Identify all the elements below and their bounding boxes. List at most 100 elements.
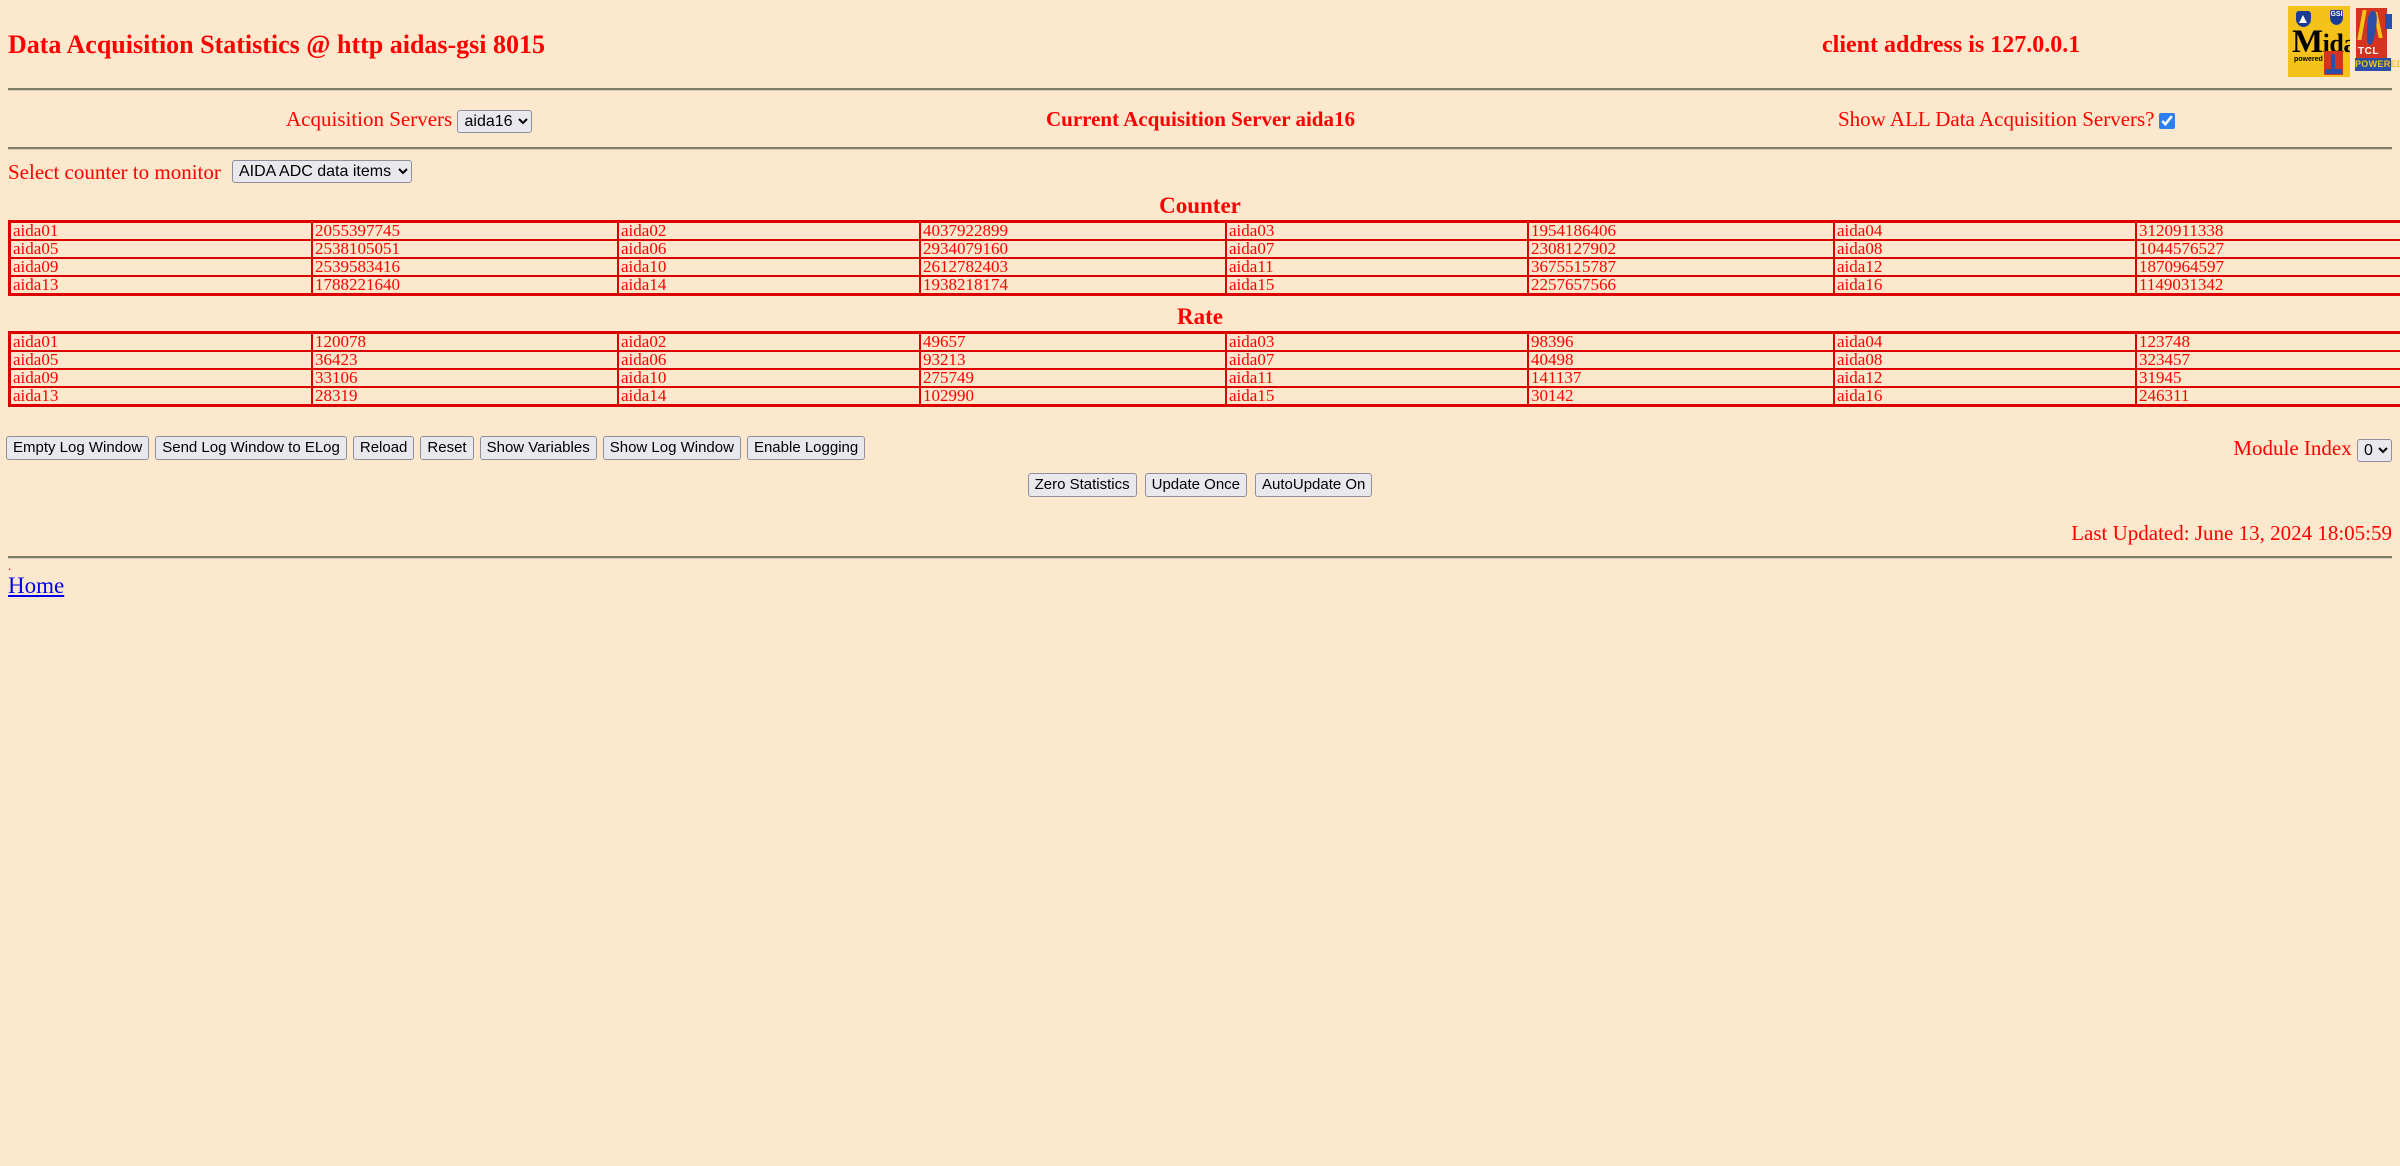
midas-tcl-bar-icon bbox=[2325, 69, 2342, 74]
counter-cell-value: 3120911338 bbox=[2135, 220, 2400, 241]
show-all-servers-label: Show ALL Data Acquisition Servers? bbox=[1838, 107, 2175, 132]
table-row: aida05 2538105051 aida06 2934079160 aida… bbox=[8, 239, 2400, 259]
counter-cell-name: aida05 bbox=[8, 239, 313, 259]
module-index-select[interactable]: 0 bbox=[2357, 438, 2392, 462]
counter-cell-name: aida06 bbox=[617, 239, 921, 259]
rate-cell-value: 323457 bbox=[2135, 350, 2400, 370]
page-title: Data Acquisition Statistics @ http aidas… bbox=[8, 30, 546, 59]
empty-log-window-button[interactable]: Empty Log Window bbox=[6, 436, 150, 460]
acquisition-server-row: Acquisition Servers aida16 Current Acqui… bbox=[0, 91, 2400, 147]
counter-cell-value: 1938218174 bbox=[919, 275, 1227, 296]
counter-cell-name: aida15 bbox=[1225, 275, 1529, 296]
counter-cell-value: 2257657566 bbox=[1527, 275, 1835, 296]
counter-cell-value: 3675515787 bbox=[1527, 257, 1835, 277]
counter-cell-value: 2539583416 bbox=[311, 257, 619, 277]
counter-select-dropdown[interactable]: AIDA ADC data items bbox=[232, 160, 412, 183]
rate-cell-value: 30142 bbox=[1527, 386, 1835, 407]
counter-select-row: Select counter to monitor AIDA ADC data … bbox=[0, 150, 2400, 192]
table-row: aida09 33106 aida10 275749 aida11 141137… bbox=[8, 368, 2400, 388]
action-buttons-row: Zero Statistics Update Once AutoUpdate O… bbox=[0, 473, 2400, 507]
acquisition-servers-text: Acquisition Servers bbox=[286, 107, 453, 131]
show-variables-button[interactable]: Show Variables bbox=[479, 436, 597, 460]
counter-cell-value: 1954186406 bbox=[1527, 220, 1835, 241]
rate-cell-name: aida01 bbox=[8, 331, 313, 352]
rate-cell-value: 141137 bbox=[1527, 368, 1835, 388]
tcl-blue-square-icon bbox=[2385, 14, 2392, 29]
counter-select-label: Select counter to monitor bbox=[8, 160, 221, 184]
rate-cell-name: aida08 bbox=[1833, 350, 2137, 370]
counter-cell-name: aida07 bbox=[1225, 239, 1529, 259]
rate-cell-value: 123748 bbox=[2135, 331, 2400, 352]
rate-cell-name: aida14 bbox=[617, 386, 921, 407]
log-buttons-group: Empty Log Window Send Log Window to ELog… bbox=[6, 436, 866, 460]
midas-tcl-badge-icon bbox=[2324, 51, 2343, 75]
rate-cell-name: aida02 bbox=[617, 331, 921, 352]
gsi-shield-icon: GSI bbox=[2330, 10, 2343, 25]
table-row: aida05 36423 aida06 93213 aida07 40498 a… bbox=[8, 350, 2400, 370]
acquisition-servers-label: Acquisition Servers aida16 bbox=[286, 107, 533, 133]
counter-cell-name: aida12 bbox=[1833, 257, 2137, 277]
acquisition-server-select[interactable]: aida16 bbox=[457, 109, 533, 133]
send-log-window-to-elog-button[interactable]: Send Log Window to ELog bbox=[155, 436, 347, 460]
show-log-window-button[interactable]: Show Log Window bbox=[602, 436, 741, 460]
tcl-powered-label: POWERED bbox=[2355, 58, 2400, 71]
rate-cell-name: aida04 bbox=[1833, 331, 2137, 352]
counter-cell-name: aida03 bbox=[1225, 220, 1529, 241]
table-row: aida01 120078 aida02 49657 aida03 98396 … bbox=[8, 331, 2400, 352]
counter-cell-name: aida11 bbox=[1225, 257, 1529, 277]
counter-cell-value: 1788221640 bbox=[311, 275, 619, 296]
counter-select-dropdown-wrap: AIDA ADC data items bbox=[232, 160, 412, 183]
rate-table: aida01 120078 aida02 49657 aida03 98396 … bbox=[8, 331, 2400, 407]
counter-cell-value: 1149031342 bbox=[2135, 275, 2400, 296]
last-updated-text: Last Updated: June 13, 2024 18:05:59 bbox=[2071, 521, 2392, 545]
reset-button[interactable]: Reset bbox=[420, 436, 474, 460]
tcl-powered-logo-icon: TCL POWERED bbox=[2354, 6, 2400, 77]
midas-initial: M bbox=[2292, 24, 2323, 60]
rate-cell-value: 36423 bbox=[311, 350, 619, 370]
counter-cell-value: 2612782403 bbox=[919, 257, 1227, 277]
enable-logging-button[interactable]: Enable Logging bbox=[746, 436, 866, 460]
page-header: Data Acquisition Statistics @ http aidas… bbox=[0, 0, 2400, 88]
show-all-servers-text: Show ALL Data Acquisition Servers? bbox=[1838, 107, 2155, 131]
counter-cell-name: aida16 bbox=[1833, 275, 2137, 296]
rate-cell-name: aida16 bbox=[1833, 386, 2137, 407]
tcl-wordmark: TCL bbox=[2358, 46, 2379, 57]
counter-cell-name: aida01 bbox=[8, 220, 313, 241]
table-row: aida13 1788221640 aida14 1938218174 aida… bbox=[8, 275, 2400, 296]
rate-cell-name: aida13 bbox=[8, 386, 313, 407]
current-acquisition-server-heading: Current Acquisition Server aida16 bbox=[1046, 107, 1355, 131]
rate-cell-value: 93213 bbox=[919, 350, 1227, 370]
module-index-label: Module Index bbox=[2233, 436, 2352, 460]
rate-cell-name: aida06 bbox=[617, 350, 921, 370]
client-address-text: client address is 127.0.0.1 bbox=[1822, 32, 2081, 58]
counter-section-heading: Counter bbox=[1159, 193, 1241, 218]
reload-button[interactable]: Reload bbox=[352, 436, 415, 460]
counter-cell-name: aida04 bbox=[1833, 220, 2137, 241]
rate-table-body: aida01 120078 aida02 49657 aida03 98396 … bbox=[8, 331, 2400, 407]
midas-logo-icon: GSI Midas powered by bbox=[2288, 6, 2350, 77]
rate-cell-value: 31945 bbox=[2135, 368, 2400, 388]
rate-cell-value: 33106 bbox=[311, 368, 619, 388]
table-row: aida09 2539583416 aida10 2612782403 aida… bbox=[8, 257, 2400, 277]
counter-cell-value: 2055397745 bbox=[311, 220, 619, 241]
update-once-button[interactable]: Update Once bbox=[1144, 473, 1247, 497]
counter-cell-name: aida09 bbox=[8, 257, 313, 277]
zero-statistics-button[interactable]: Zero Statistics bbox=[1027, 473, 1137, 497]
rate-cell-name: aida03 bbox=[1225, 331, 1529, 352]
rate-cell-value: 28319 bbox=[311, 386, 619, 407]
home-link[interactable]: Home bbox=[8, 573, 64, 599]
counter-cell-value: 1870964597 bbox=[2135, 257, 2400, 277]
rate-cell-value: 102990 bbox=[919, 386, 1227, 407]
rate-cell-name: aida12 bbox=[1833, 368, 2137, 388]
table-row: aida13 28319 aida14 102990 aida15 30142 … bbox=[8, 386, 2400, 407]
show-all-servers-checkbox[interactable] bbox=[2158, 113, 2175, 130]
counter-cell-name: aida13 bbox=[8, 275, 313, 296]
table-row: aida01 2055397745 aida02 4037922899 aida… bbox=[8, 220, 2400, 241]
footer-dot: . bbox=[8, 558, 12, 573]
counter-cell-value: 2308127902 bbox=[1527, 239, 1835, 259]
module-index-control: Module Index 0 bbox=[2233, 436, 2392, 462]
counter-table-body: aida01 2055397745 aida02 4037922899 aida… bbox=[8, 220, 2400, 296]
autoupdate-on-button[interactable]: AutoUpdate On bbox=[1255, 473, 1373, 497]
rate-cell-name: aida10 bbox=[617, 368, 921, 388]
rate-cell-value: 40498 bbox=[1527, 350, 1835, 370]
